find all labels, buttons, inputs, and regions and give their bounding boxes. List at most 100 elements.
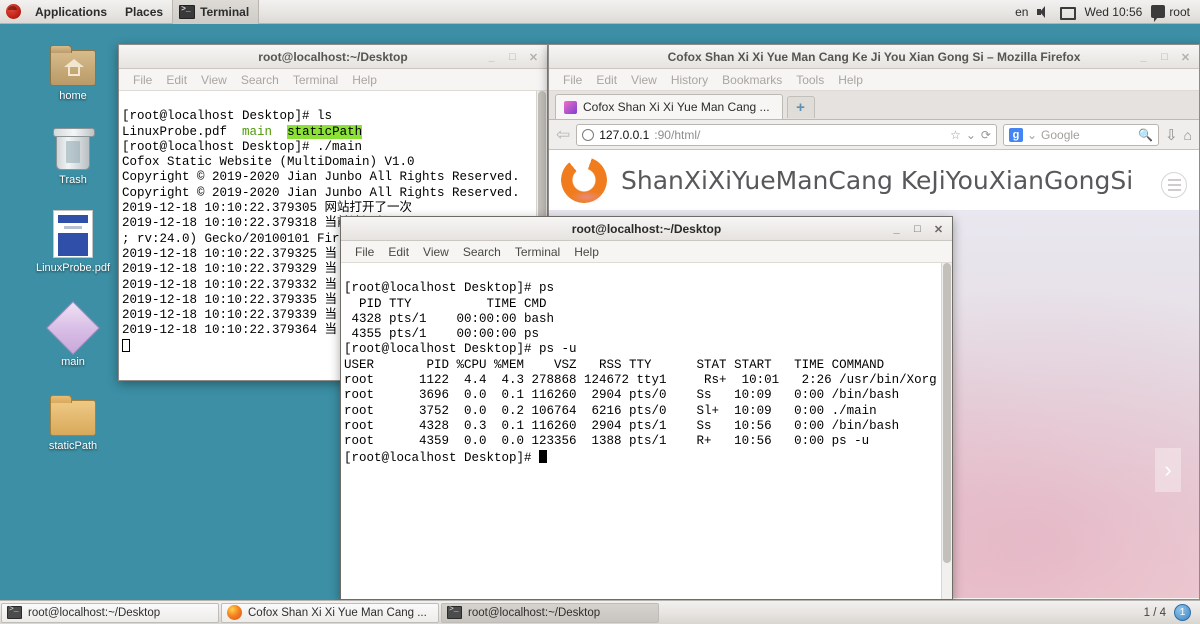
tab-bar: Cofox Shan Xi Xi Yue Man Cang ... + [549, 91, 1199, 120]
maximize-button[interactable]: □ [1156, 49, 1173, 66]
window-buttons: _ □ ✕ [483, 45, 542, 69]
hamburger-menu-icon[interactable] [1161, 172, 1187, 198]
menu-help[interactable]: Help [832, 72, 869, 88]
google-icon: g [1008, 127, 1023, 142]
speaker-icon[interactable] [1037, 5, 1051, 19]
menubar[interactable]: File Edit View History Bookmarks Tools H… [549, 69, 1199, 91]
close-button[interactable]: ✕ [525, 49, 542, 66]
menu-help[interactable]: Help [346, 72, 383, 88]
desktop-icon-label: home [59, 90, 87, 102]
menu-help[interactable]: Help [568, 244, 605, 260]
taskbar-item-firefox[interactable]: Cofox Shan Xi Xi Yue Man Cang ... [221, 602, 439, 623]
globe-icon [582, 128, 595, 141]
window-buttons: _ □ ✕ [888, 217, 947, 241]
search-input[interactable]: Google [1041, 128, 1080, 142]
user-name: root [1169, 4, 1190, 19]
titlebar[interactable]: root@localhost:~/Desktop _ □ ✕ [119, 45, 547, 69]
menu-view[interactable]: View [417, 244, 455, 260]
workspace-indicator[interactable]: 1 [1174, 604, 1191, 621]
places-menu[interactable]: Places [116, 0, 172, 24]
menu-search[interactable]: Search [457, 244, 507, 260]
terminal-output-2[interactable]: [root@localhost Desktop]# ps PID TTY TIM… [341, 263, 952, 599]
terminal-icon [7, 605, 22, 619]
menu-terminal[interactable]: Terminal [287, 72, 344, 88]
navigation-bar: ⇦ 127.0.0.1:90/html/ ☆ ⌄ ⟳ g ⌄ Google 🔍 … [549, 120, 1199, 150]
titlebar[interactable]: root@localhost:~/Desktop _ □ ✕ [341, 217, 952, 241]
download-icon[interactable]: ⇩ [1165, 126, 1178, 144]
terminal-line: 4328 pts/1 00:00:00 bash [344, 311, 555, 326]
titlebar[interactable]: Cofox Shan Xi Xi Yue Man Cang Ke Ji You … [549, 45, 1199, 69]
terminal-prompt-line: [root@localhost Desktop]# [344, 449, 952, 466]
bookmark-star-icon[interactable]: ☆ [950, 128, 961, 142]
carousel-next-button[interactable]: › [1155, 448, 1181, 492]
minimize-button[interactable]: _ [1135, 49, 1152, 66]
menu-file[interactable]: File [127, 72, 158, 88]
taskbar-item-terminal-2[interactable]: root@localhost:~/Desktop [441, 602, 659, 623]
menu-view[interactable]: View [195, 72, 233, 88]
keyboard-layout-indicator[interactable]: en [1015, 5, 1028, 19]
desktop-icon-main[interactable]: main [30, 301, 116, 369]
desktop-icon-home[interactable]: home [30, 36, 116, 103]
menu-bookmarks[interactable]: Bookmarks [716, 72, 788, 88]
terminal-line: root 1122 4.4 4.3 278868 124672 tty1 Rs+… [344, 373, 937, 388]
menu-edit[interactable]: Edit [590, 72, 623, 88]
terminal-icon [447, 605, 462, 619]
new-tab-button[interactable]: + [786, 96, 815, 118]
url-bar[interactable]: 127.0.0.1:90/html/ ☆ ⌄ ⟳ [576, 123, 997, 146]
maximize-button[interactable]: □ [909, 221, 926, 238]
close-button[interactable]: ✕ [930, 221, 947, 238]
workspace-switcher[interactable]: 1 / 4 1 [1144, 604, 1200, 621]
network-icon[interactable] [1060, 5, 1077, 20]
window-title: Cofox Shan Xi Xi Yue Man Cang Ke Ji You … [667, 49, 1081, 64]
menu-tools[interactable]: Tools [790, 72, 830, 88]
menu-history[interactable]: History [665, 72, 714, 88]
terminal-line: PID TTY TIME CMD [344, 296, 547, 311]
window-title: root@localhost:~/Desktop [571, 221, 722, 236]
active-app-indicator[interactable]: Terminal [172, 0, 260, 24]
menu-view[interactable]: View [625, 72, 663, 88]
menu-search[interactable]: Search [235, 72, 285, 88]
maximize-button[interactable]: □ [504, 49, 521, 66]
desktop[interactable]: home Trash LinuxProbe.pdf main staticPat… [0, 24, 1200, 600]
applications-menu[interactable]: Applications [26, 0, 116, 24]
terminal-line: Copyright © 2019-2020 Jian Junbo All Rig… [122, 170, 520, 185]
search-bar[interactable]: g ⌄ Google 🔍 [1002, 123, 1159, 146]
terminal-scrollbar[interactable] [941, 263, 952, 599]
menubar[interactable]: File Edit View Search Terminal Help [119, 69, 547, 91]
menu-terminal[interactable]: Terminal [509, 244, 566, 260]
url-path: :90/html/ [654, 127, 701, 142]
terminal-line: USER PID %CPU %MEM VSZ RSS TTY STAT STAR… [344, 357, 885, 372]
menu-edit[interactable]: Edit [160, 72, 193, 88]
folder-home-icon [30, 36, 116, 86]
back-button-icon[interactable]: ⇦ [556, 125, 570, 145]
workspace-count-label: 1 / 4 [1143, 606, 1166, 619]
minimize-button[interactable]: _ [483, 49, 500, 66]
search-icon[interactable]: 🔍 [1138, 128, 1153, 142]
close-button[interactable]: ✕ [1177, 49, 1194, 66]
browser-tab[interactable]: Cofox Shan Xi Xi Yue Man Cang ... [555, 94, 783, 119]
desktop-icon-label: main [61, 356, 85, 368]
clock[interactable]: Wed 10:56 [1084, 5, 1142, 19]
desktop-icon-trash[interactable]: Trash [30, 120, 116, 187]
menu-file[interactable]: File [349, 244, 380, 260]
terminal-line: root 4359 0.0 0.0 123356 1388 pts/1 R+ 1… [344, 434, 870, 449]
search-engine-chevron-icon[interactable]: ⌄ [1027, 128, 1037, 142]
taskbar-item-terminal-1[interactable]: root@localhost:~/Desktop [1, 602, 219, 623]
url-bar-icons: ☆ ⌄ ⟳ [950, 128, 991, 142]
menubar[interactable]: File Edit View Search Terminal Help [341, 241, 952, 263]
reload-icon[interactable]: ⟳ [981, 128, 991, 142]
menu-file[interactable]: File [557, 72, 588, 88]
terminal-cursor [539, 449, 548, 463]
minimize-button[interactable]: _ [888, 221, 905, 238]
menu-edit[interactable]: Edit [382, 244, 415, 260]
terminal-line: [root@localhost Desktop]# ps -u [344, 342, 577, 357]
terminal-line: [root@localhost Desktop]# ls [122, 109, 333, 124]
home-icon[interactable]: ⌂ [1184, 127, 1192, 143]
pdf-file-icon [30, 208, 116, 258]
desktop-icon-linuxprobe-pdf[interactable]: LinuxProbe.pdf [30, 208, 116, 275]
user-menu[interactable]: root [1151, 4, 1190, 22]
terminal-window-2[interactable]: root@localhost:~/Desktop _ □ ✕ File Edit… [340, 216, 953, 600]
chevron-down-icon[interactable]: ⌄ [966, 128, 976, 142]
desktop-icon-staticpath[interactable]: staticPath [30, 386, 116, 453]
terminal-line: Cofox Static Website (MultiDomain) V1.0 [122, 155, 415, 170]
